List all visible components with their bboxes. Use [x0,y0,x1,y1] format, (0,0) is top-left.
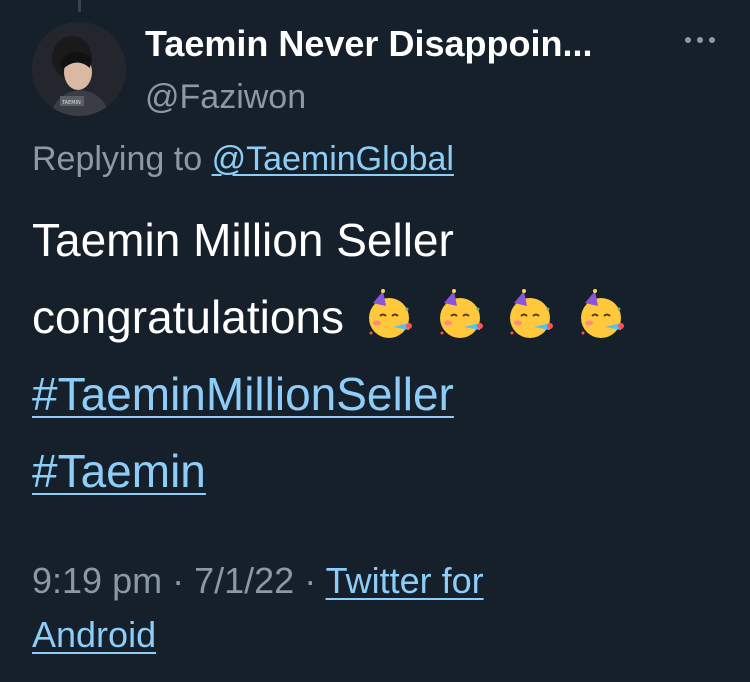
avatar-image: TAEMIN [32,22,126,116]
hashtag-line-1: #TaeminMillionSeller [32,356,722,433]
tweet-source-link[interactable]: Twitter for [326,560,484,601]
avatar[interactable]: TAEMIN [32,22,126,116]
tweet-text-line-1: Taemin Million Seller [32,214,454,266]
partying-face-emoji [439,289,483,338]
tweet-time[interactable]: 9:19 pm [32,560,162,601]
tweet-source-link-continued[interactable]: Android [32,614,156,655]
display-name[interactable]: Taemin Never Disappoin... [145,22,592,66]
tweet-text-line-2: congratulations [32,291,344,343]
partying-face-emoji [368,289,412,338]
meta-separator: · [172,560,185,601]
user-handle[interactable]: @Faziwon [145,75,306,119]
svg-text:TAEMIN: TAEMIN [61,100,81,106]
meta-line-2: Android [32,608,722,662]
tweet-date[interactable]: 7/1/22 [194,560,294,601]
hashtag-link[interactable]: #TaeminMillionSeller [32,368,454,420]
partying-face-emoji [581,289,625,338]
more-horizontal-icon[interactable] [682,28,718,52]
tweet-metadata: 9:19 pm · 7/1/22 · Twitter for Android [32,554,722,662]
thread-connector-line [78,0,81,12]
meta-line-1: 9:19 pm · 7/1/22 · Twitter for [32,554,722,608]
tweet-text-line-2-wrapper: congratulations [32,279,722,356]
replying-to-line: Replying to @TaeminGlobal [32,136,454,182]
tweet-body: Taemin Million Seller congratulations #T… [32,202,722,510]
hashtag-line-2: #Taemin [32,433,722,510]
meta-separator: · [304,560,317,601]
replying-to-mention-link[interactable]: @TaeminGlobal [212,140,454,178]
hashtag-link[interactable]: #Taemin [32,445,206,497]
replying-to-prefix: Replying to [32,140,203,178]
partying-face-emoji [510,289,554,338]
